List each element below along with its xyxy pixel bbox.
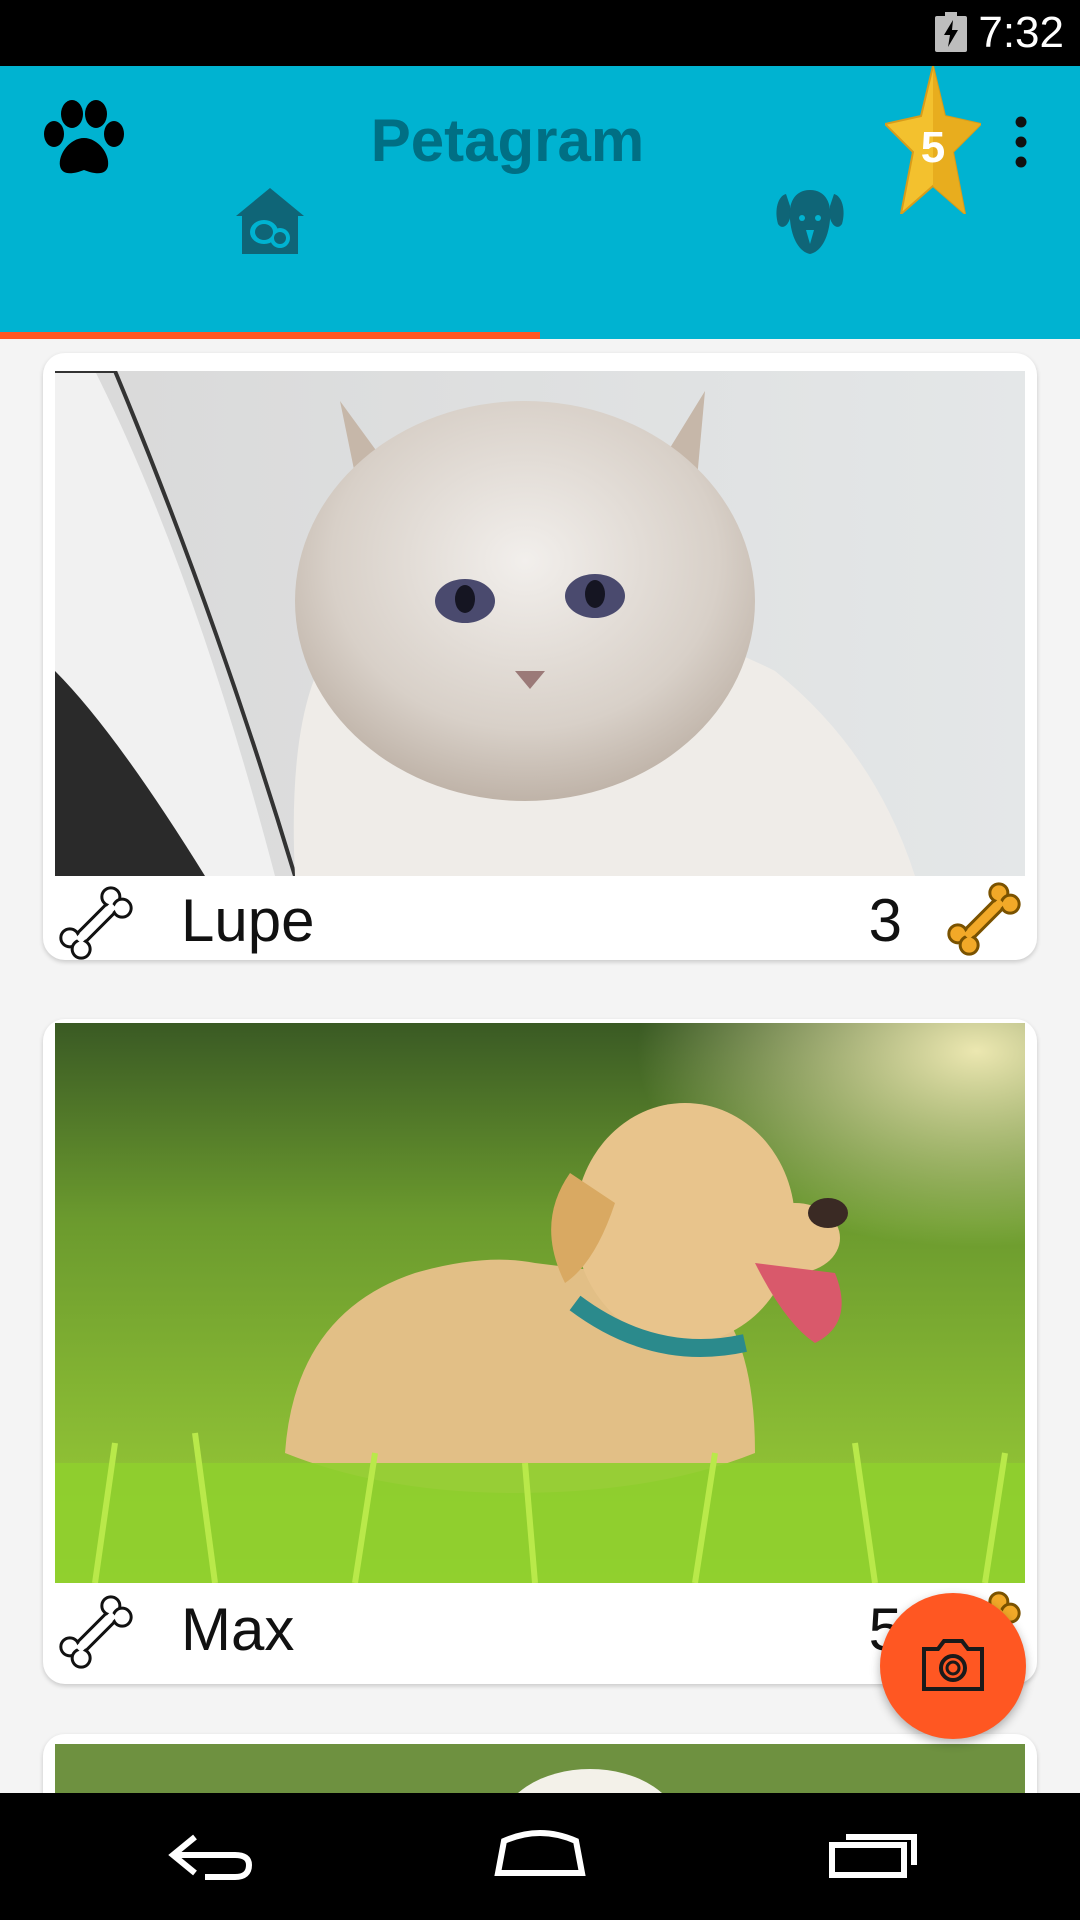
tab-profile[interactable] [540, 166, 1080, 273]
pet-card: Lupe 3 [43, 353, 1037, 960]
tab-bar [0, 166, 1080, 273]
bone-filled-icon [947, 882, 1021, 956]
pet-name: Max [181, 1596, 295, 1663]
system-nav-bar [0, 1793, 1080, 1920]
house-pet-icon [236, 188, 304, 254]
bone-outline-icon[interactable] [53, 880, 139, 960]
pet-photo [55, 1744, 1025, 1793]
battery-charging-icon [935, 12, 967, 52]
app-title: Petagram [370, 107, 645, 174]
pet-name: Lupe [181, 887, 315, 954]
pet-feed[interactable]: Lupe 3 Max 5 [0, 339, 1080, 1793]
more-vert-icon[interactable] [1006, 116, 1036, 168]
camera-icon [922, 1639, 984, 1691]
recents-icon[interactable] [828, 1829, 918, 1879]
tab-home[interactable] [0, 166, 540, 273]
home-icon[interactable] [490, 1829, 590, 1879]
camera-fab[interactable] [880, 1593, 1026, 1739]
back-icon[interactable] [165, 1831, 255, 1881]
pet-card: Max 5 [43, 1019, 1037, 1684]
like-count: 3 [868, 887, 902, 954]
favorites-badge: 5 [921, 123, 945, 172]
status-bar: 7:32 [0, 0, 1080, 66]
dog-face-icon [776, 190, 844, 254]
pet-photo [55, 371, 1025, 876]
clock: 7:32 [978, 8, 1064, 57]
tab-indicator [0, 332, 540, 339]
pet-photo [55, 1023, 1025, 1583]
pet-card [43, 1734, 1037, 1793]
pet-card-footer: Lupe 3 [43, 876, 1037, 960]
app-bar: Petagram 5 [0, 66, 1080, 339]
bone-outline-icon[interactable] [53, 1589, 139, 1675]
